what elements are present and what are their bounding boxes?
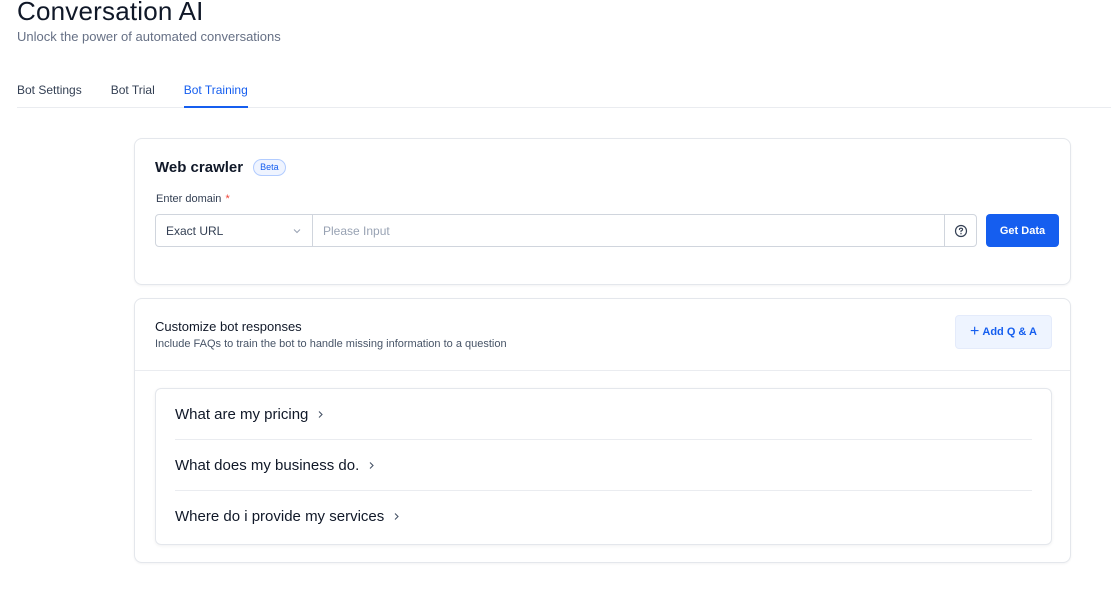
bot-responses-header: Customize bot responses Include FAQs to … [135,299,1070,371]
web-crawler-card: Web crawler Beta Enter domain * Exact URL… [134,138,1071,285]
faq-list: What are my pricing What does my busines… [155,388,1052,545]
tab-bot-settings[interactable]: Bot Settings [17,80,82,107]
add-qa-label: Add Q & A [982,326,1037,338]
bot-responses-description: Include FAQs to train the bot to handle … [155,338,507,350]
tab-bot-trial[interactable]: Bot Trial [111,80,155,107]
web-crawler-title: Web crawler [155,159,244,176]
page-subtitle: Unlock the power of automated conversati… [17,29,281,44]
domain-field-label: Enter domain * [156,193,230,205]
required-marker: * [225,193,230,205]
tab-bot-training[interactable]: Bot Training [183,80,248,108]
add-qa-button[interactable]: + Add Q & A [955,315,1052,349]
page-title: Conversation AI [17,0,204,26]
domain-input-group: Exact URL [155,214,977,247]
web-crawler-header: Web crawler Beta [155,159,286,176]
beta-badge: Beta [253,159,286,176]
chevron-right-icon [369,461,375,469]
tab-bar: Bot Settings Bot Trial Bot Training [17,80,1111,108]
chevron-down-icon [293,228,301,233]
bot-responses-card: Customize bot responses Include FAQs to … [134,298,1071,563]
faq-item[interactable]: What are my pricing [175,389,1032,440]
faq-question: What does my business do. [175,456,360,474]
question-circle-icon [954,224,967,237]
chevron-right-icon [394,512,400,520]
chevron-right-icon [318,410,324,418]
faq-question: What are my pricing [175,405,309,423]
domain-help-button[interactable] [944,215,976,246]
faq-item[interactable]: Where do i provide my services [175,491,1032,541]
domain-input[interactable] [313,215,944,246]
url-match-select[interactable]: Exact URL [156,215,313,246]
faq-item[interactable]: What does my business do. [175,440,1032,491]
bot-responses-title: Customize bot responses [155,319,302,334]
faq-question: Where do i provide my services [175,507,385,525]
get-data-button[interactable]: Get Data [986,214,1059,247]
url-match-select-value: Exact URL [166,223,224,238]
plus-icon: + [970,323,980,340]
domain-label-text: Enter domain [156,193,222,205]
